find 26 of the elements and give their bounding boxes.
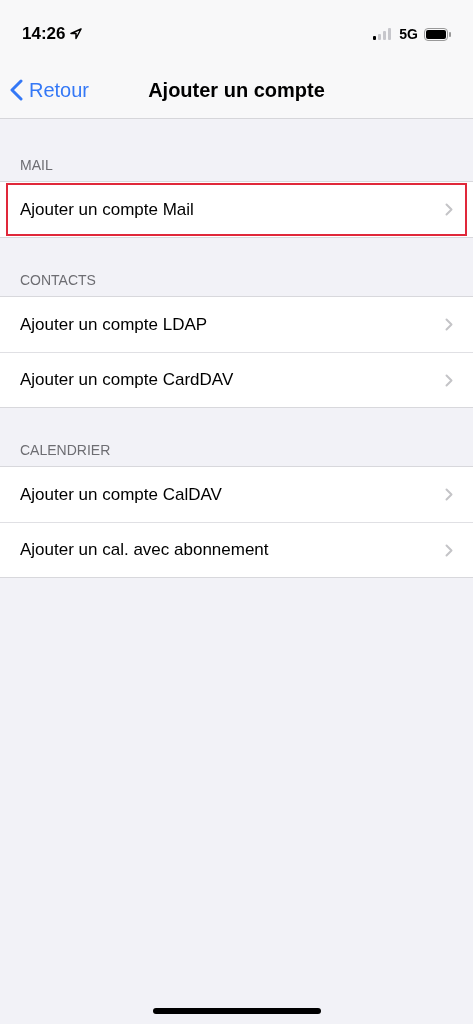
battery-icon xyxy=(424,27,451,41)
clock-time: 14:26 xyxy=(22,24,66,44)
list-row[interactable]: Ajouter un compte CardDAV xyxy=(0,352,473,407)
location-icon xyxy=(70,28,83,40)
network-label: 5G xyxy=(399,26,418,42)
row-label: Ajouter un cal. avec abonnement xyxy=(20,540,269,560)
chevron-right-icon xyxy=(445,373,453,387)
page-title: Ajouter un compte xyxy=(148,78,325,102)
section-header: MAIL xyxy=(19,156,54,175)
row-label: Ajouter un compte Mail xyxy=(20,199,194,220)
row-label: Ajouter un compte LDAP xyxy=(20,314,208,335)
row-label: Ajouter un compte CalDAV xyxy=(20,484,222,505)
chevron-right-icon xyxy=(445,203,453,216)
list-row[interactable]: Ajouter un cal. avec abonnement xyxy=(0,522,473,577)
section-header: CONTACTS xyxy=(19,271,97,290)
highlighted-list-row[interactable]: Ajouter un compte Mail xyxy=(5,182,468,237)
signal-icon xyxy=(373,28,394,40)
list-row[interactable]: Ajouter un compte LDAP xyxy=(0,297,473,352)
back-button[interactable]: Retour xyxy=(10,78,90,102)
chevron-right-icon xyxy=(445,488,453,501)
chevron-left-icon xyxy=(10,79,23,101)
list-row[interactable]: Ajouter un compte CalDAV xyxy=(0,467,473,522)
chevron-right-icon xyxy=(445,543,453,557)
section-header: CALENDRIER xyxy=(19,441,112,460)
chevron-right-icon xyxy=(445,318,453,331)
row-label: Ajouter un compte CardDAV xyxy=(20,370,234,390)
